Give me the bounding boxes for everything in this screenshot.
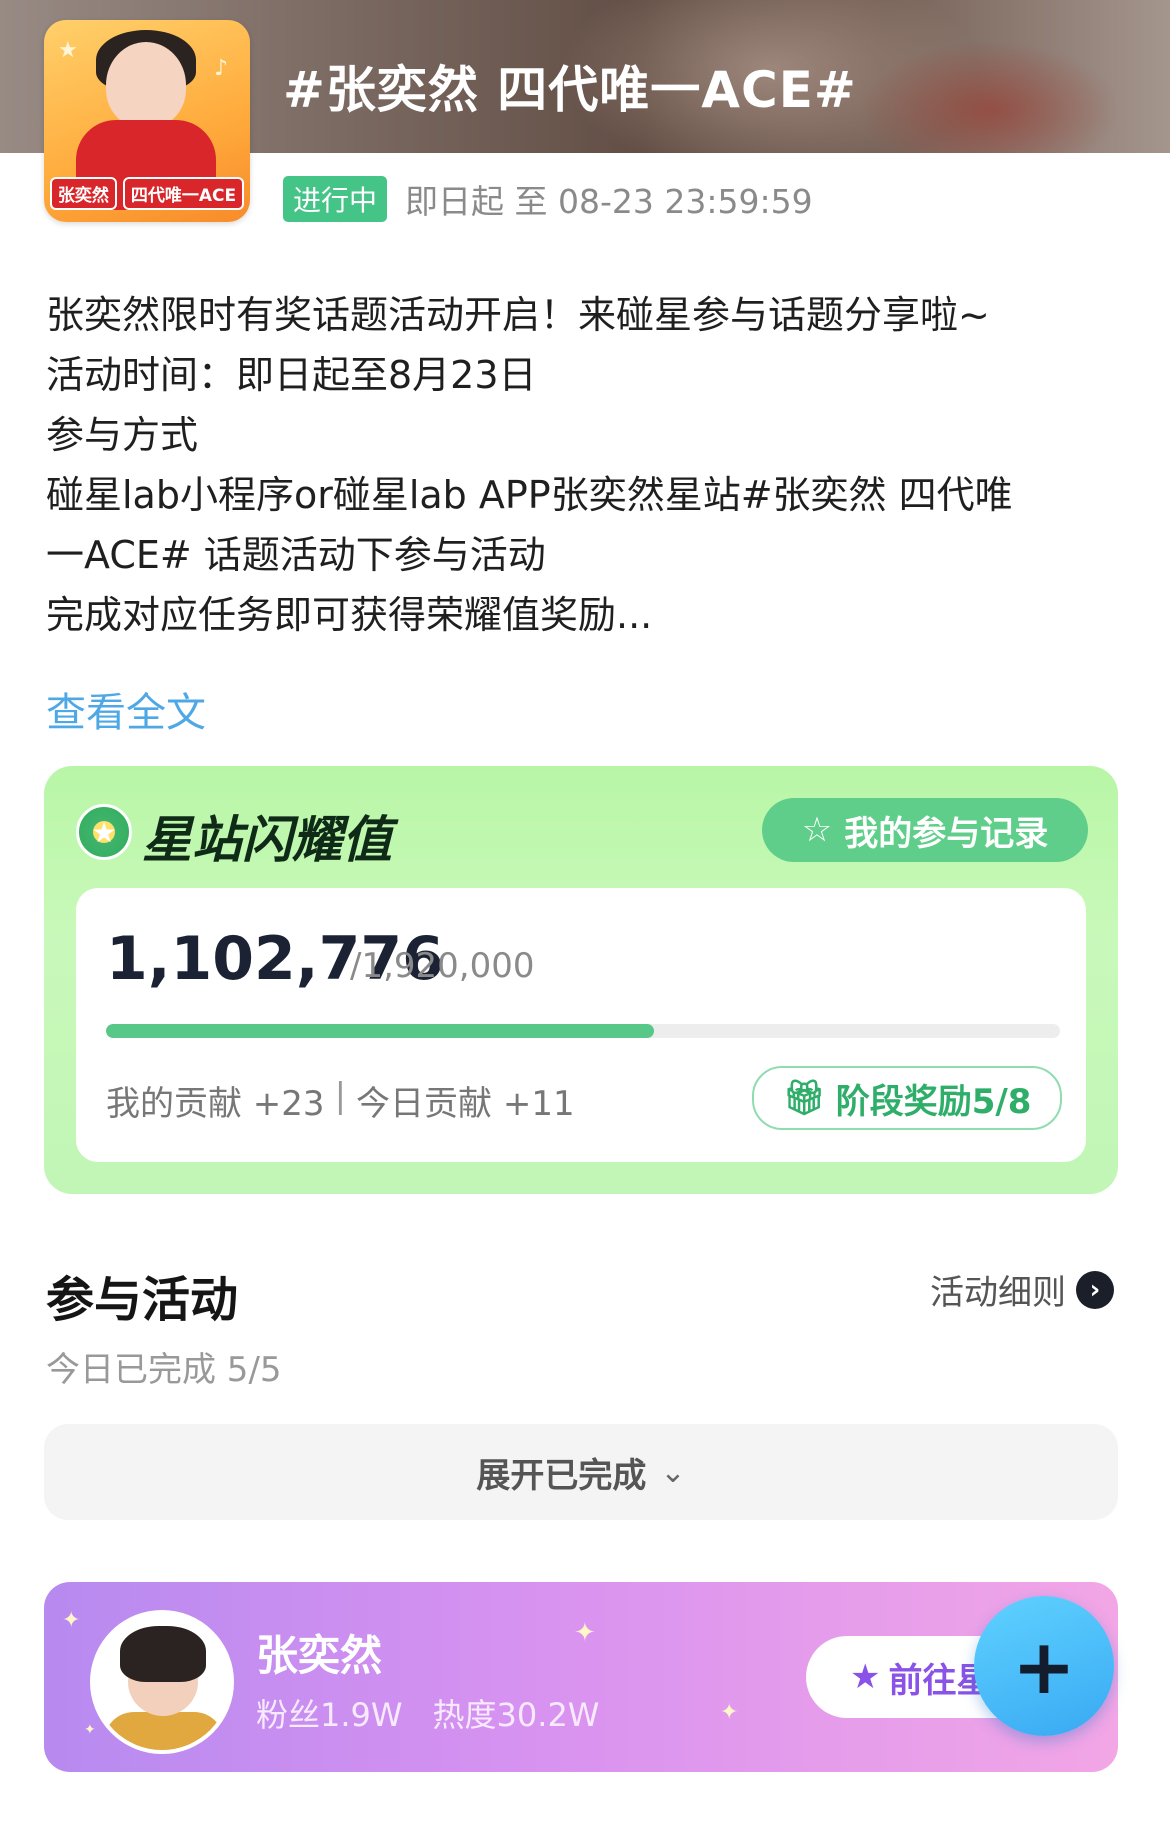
topic-title: #张奕然 四代唯一ACE# <box>283 61 857 119</box>
activity-description: 张奕然限时有奖话题活动开启！来碰星参与话题分享啦~ 活动时间：即日起至8月23日… <box>46 285 1126 645</box>
section-title-activities: 参与活动 <box>46 1272 239 1328</box>
participation-record-button[interactable]: ☆ 我的参与记录 <box>762 798 1088 862</box>
activity-rules-link[interactable]: 活动细则 › <box>930 1265 1114 1314</box>
stage-reward-button[interactable]: 🎁︎ 阶段奖励5/8 <box>752 1066 1062 1130</box>
sparkle-icon: ✦ <box>574 1618 596 1648</box>
status-row: 进行中 即日起 至 08-23 23:59:59 <box>283 175 813 223</box>
progress-panel: 1,102,776 /1,920,000 我的贡献 +23 | 今日贡献 +11… <box>76 888 1086 1162</box>
contribution-stats: 我的贡献 +23 | 今日贡献 +11 <box>106 1076 575 1125</box>
today-contribution: 今日贡献 +11 <box>356 1084 575 1124</box>
star-icon: ★ <box>850 1657 881 1697</box>
stats-separator: | <box>334 1076 347 1116</box>
rules-link-label: 活动细则 <box>930 1273 1066 1313</box>
cover-caption-tag: 四代唯一ACE <box>122 176 245 210</box>
description-line: 活动时间：即日起至8月23日 <box>46 353 537 397</box>
expand-completed-label: 展开已完成 <box>476 1455 647 1496</box>
cover-caption-name: 张奕然 <box>49 176 117 210</box>
description-line: 一ACE# 话题活动下参与活动 <box>46 533 546 577</box>
gift-icon: 🎁︎ <box>782 1078 826 1118</box>
completed-today-count: 今日已完成 5/5 <box>46 1350 282 1390</box>
topic-cover-image: ★ ♪ 张奕然 四代唯一ACE <box>44 20 250 222</box>
star-stats: 粉丝1.9W 热度30.2W <box>256 1690 599 1736</box>
glory-progress-bar <box>106 1024 1060 1038</box>
glory-title: 星站闪耀值 <box>142 811 392 869</box>
description-line: 参与方式 <box>46 413 199 457</box>
chevron-right-icon: › <box>1076 1270 1114 1309</box>
glory-progress-fill <box>106 1024 654 1038</box>
expand-completed-button[interactable]: 展开已完成 ⌄ <box>44 1424 1118 1520</box>
my-contribution: 我的贡献 +23 <box>106 1084 325 1124</box>
cover-caption: 张奕然 四代唯一ACE <box>49 176 245 210</box>
star-avatar[interactable] <box>90 1610 234 1754</box>
music-note-icon: ♪ <box>214 56 229 81</box>
stage-reward-label: 阶段奖励5/8 <box>835 1081 1032 1122</box>
description-line: 完成对应任务即可获得荣耀值奖励... <box>46 593 653 637</box>
target-glory-value: /1,920,000 <box>350 946 535 986</box>
sparkle-icon: ✦ <box>720 1700 739 1725</box>
record-button-label: 我的参与记录 <box>844 813 1049 854</box>
star-name: 张奕然 <box>256 1631 383 1680</box>
star-decoration-icon: ★ <box>58 38 78 63</box>
description-line: 张奕然限时有奖话题活动开启！来碰星参与话题分享啦~ <box>46 293 990 337</box>
sparkle-icon: ✦ <box>84 1722 96 1738</box>
fans-count: 粉丝1.9W <box>256 1696 403 1734</box>
chevron-down-icon: ⌄ <box>660 1454 686 1490</box>
read-full-text-link[interactable]: 查看全文 <box>46 680 206 738</box>
sparkle-icon: ✦ <box>62 1608 81 1633</box>
activity-time-range: 即日起 至 08-23 23:59:59 <box>405 182 813 221</box>
star-station-card[interactable]: ✦ ✦ ✦ ✦ 张奕然 粉丝1.9W 热度30.2W ★ 前往星 <box>44 1582 1118 1772</box>
glory-value-card: ★ 星站闪耀值 ☆ 我的参与记录 1,102,776 /1,920,000 我的… <box>44 766 1118 1194</box>
star-badge-icon: ★ <box>76 804 132 860</box>
description-line: 碰星lab小程序or碰星lab APP张奕然星站#张奕然 四代唯 <box>46 473 1013 517</box>
add-post-fab[interactable]: + <box>974 1596 1114 1736</box>
star-outline-icon: ☆ <box>801 810 833 850</box>
heat-value: 热度30.2W <box>432 1696 600 1734</box>
status-badge: 进行中 <box>283 176 388 222</box>
